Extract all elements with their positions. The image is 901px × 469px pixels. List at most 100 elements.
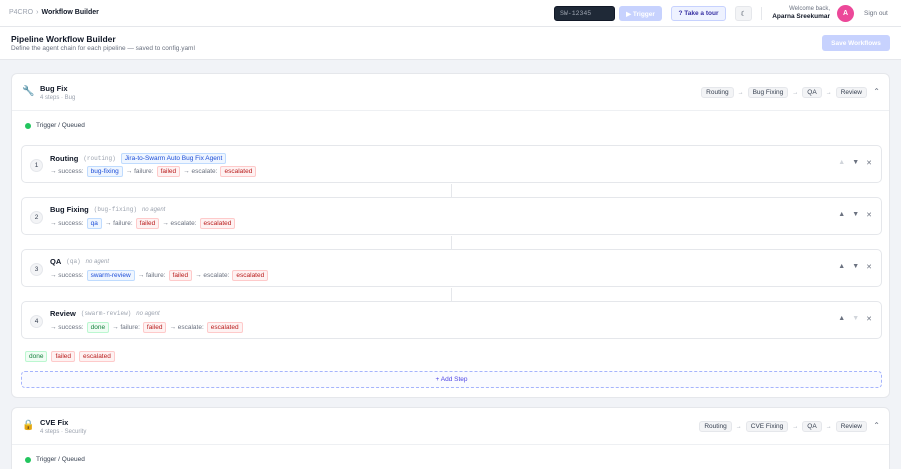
step-transitions: → success: bug-fixing → failure: failed … xyxy=(50,166,257,177)
breadcrumb-current: Workflow Builder xyxy=(41,9,99,16)
status-dot xyxy=(25,122,31,129)
success-label: → success: xyxy=(50,324,84,331)
pipeline-name: Bug Fix xyxy=(40,84,68,93)
success-target[interactable]: qa xyxy=(86,218,102,229)
breadcrumb-brand[interactable]: P4CRO xyxy=(9,9,33,16)
step-card: 4 Review (swarm-review) no agent → succe… xyxy=(21,301,882,339)
terminal-failed: failed xyxy=(51,351,76,362)
pipeline-meta: 4 steps · Security xyxy=(40,429,87,435)
wrench-icon: 🔧 xyxy=(22,86,35,97)
escalate-label: → escalate: xyxy=(162,220,197,227)
arrow-icon: → xyxy=(792,423,799,430)
pipeline-header[interactable]: 🔒 CVE Fix 4 steps · Security Routing → C… xyxy=(12,408,889,445)
failure-label: → failure: xyxy=(125,168,154,175)
pipeline-chain: Routing → CVE Fixing → QA → Review xyxy=(699,421,867,432)
escalate-target[interactable]: escalated xyxy=(206,322,243,333)
step-name: Bug Fixing xyxy=(50,205,89,214)
step-title: Routing (routing) Jira-to-Swarm Auto Bug… xyxy=(50,153,227,164)
step-agent-none: no agent xyxy=(136,310,160,317)
terminal-states: done failed escalated xyxy=(25,351,115,362)
failure-target[interactable]: failed xyxy=(168,270,193,281)
step-key: (qa) xyxy=(66,258,81,265)
chevron-up-icon[interactable]: ⌃ xyxy=(873,421,880,430)
step-number: 1 xyxy=(30,159,43,172)
step-controls: ▲ ▼ ✕ xyxy=(838,315,872,323)
chain-chip: Routing xyxy=(699,421,732,432)
step-title: Review (swarm-review) no agent xyxy=(50,309,160,318)
status-dot xyxy=(25,456,31,463)
escalate-target[interactable]: escalated xyxy=(220,166,257,177)
terminal-done: done xyxy=(25,351,48,362)
sign-out-link[interactable]: Sign out xyxy=(864,10,888,17)
move-down-icon[interactable]: ▼ xyxy=(852,211,859,219)
success-label: → success: xyxy=(50,272,84,279)
success-label: → success: xyxy=(50,168,84,175)
chain-chip: Bug Fixing xyxy=(747,87,789,98)
close-icon[interactable]: ✕ xyxy=(866,159,872,167)
escalate-target[interactable]: escalated xyxy=(232,270,269,281)
step-number: 4 xyxy=(30,315,43,328)
step-name: Routing xyxy=(50,154,79,163)
ticket-id-input[interactable] xyxy=(554,6,615,21)
escalate-label: → escalate: xyxy=(169,324,204,331)
failure-target[interactable]: failed xyxy=(142,322,167,333)
avatar[interactable]: A xyxy=(837,5,854,22)
trigger-status: Trigger / Queued xyxy=(25,456,85,463)
success-label: → success: xyxy=(50,220,84,227)
take-tour-button[interactable]: ? Take a tour xyxy=(671,6,726,21)
escalate-target[interactable]: escalated xyxy=(199,218,236,229)
page-subtitle: Define the agent chain for each pipeline… xyxy=(11,45,195,52)
step-connector xyxy=(451,184,452,198)
trigger-status: Trigger / Queued xyxy=(25,122,85,129)
step-connector xyxy=(451,288,452,302)
step-number: 3 xyxy=(30,263,43,276)
moon-icon[interactable]: ☾ xyxy=(735,6,752,21)
step-controls: ▲ ▼ ✕ xyxy=(838,211,872,219)
step-key: (bug-fixing) xyxy=(93,206,137,213)
move-up-icon[interactable]: ▲ xyxy=(838,159,845,167)
move-up-icon[interactable]: ▲ xyxy=(838,263,845,271)
page-title: Pipeline Workflow Builder xyxy=(11,34,116,44)
step-agent-badge[interactable]: Jira-to-Swarm Auto Bug Fix Agent xyxy=(120,153,227,164)
step-card: 1 Routing (routing) Jira-to-Swarm Auto B… xyxy=(21,145,882,183)
move-down-icon[interactable]: ▼ xyxy=(852,159,859,167)
close-icon[interactable]: ✕ xyxy=(866,315,872,323)
add-step-button[interactable]: + Add Step xyxy=(21,371,882,388)
save-workflows-button[interactable]: Save Workflows xyxy=(822,35,890,51)
success-target[interactable]: bug-fixing xyxy=(86,166,123,177)
arrow-icon: → xyxy=(792,89,799,96)
move-down-icon[interactable]: ▼ xyxy=(852,263,859,271)
step-transitions: → success: swarm-review → failure: faile… xyxy=(50,270,269,281)
lock-icon: 🔒 xyxy=(22,420,35,431)
divider xyxy=(761,7,762,20)
escalate-label: → escalate: xyxy=(183,168,218,175)
move-up-icon[interactable]: ▲ xyxy=(838,211,845,219)
arrow-icon: → xyxy=(735,423,742,430)
step-name: QA xyxy=(50,257,62,266)
step-connector xyxy=(451,236,452,250)
move-up-icon[interactable]: ▲ xyxy=(838,315,845,323)
pipeline-header[interactable]: 🔧 Bug Fix 4 steps · Bug Routing → Bug Fi… xyxy=(12,74,889,111)
failure-target[interactable]: failed xyxy=(135,218,160,229)
user-name: Aparna Sreekumar xyxy=(772,12,830,20)
failure-target[interactable]: failed xyxy=(156,166,181,177)
success-target[interactable]: swarm-review xyxy=(86,270,135,281)
step-card: 3 QA (qa) no agent → success: swarm-revi… xyxy=(21,249,882,287)
trigger-label: Trigger / Queued xyxy=(36,122,85,129)
chevron-up-icon[interactable]: ⌃ xyxy=(873,87,880,96)
close-icon[interactable]: ✕ xyxy=(866,211,872,219)
step-transitions: → success: done → failure: failed → esca… xyxy=(50,322,243,333)
top-bar: P4CRO›Workflow Builder ▶ Trigger ? Take … xyxy=(0,0,901,27)
close-icon[interactable]: ✕ xyxy=(866,263,872,271)
breadcrumb: P4CRO › Workflow Builder xyxy=(9,9,99,16)
move-down-icon[interactable]: ▼ xyxy=(852,315,859,323)
step-controls: ▲ ▼ ✕ xyxy=(838,159,872,167)
failure-label: → failure: xyxy=(112,324,140,331)
pipeline-chain: Routing → Bug Fixing → QA → Review xyxy=(701,87,867,98)
step-transitions: → success: qa → failure: failed → escala… xyxy=(50,218,236,229)
arrow-icon: → xyxy=(825,423,832,430)
arrow-icon: → xyxy=(737,89,744,96)
breadcrumb-separator: › xyxy=(36,9,39,16)
trigger-button[interactable]: ▶ Trigger xyxy=(619,6,662,21)
success-target[interactable]: done xyxy=(86,322,110,333)
